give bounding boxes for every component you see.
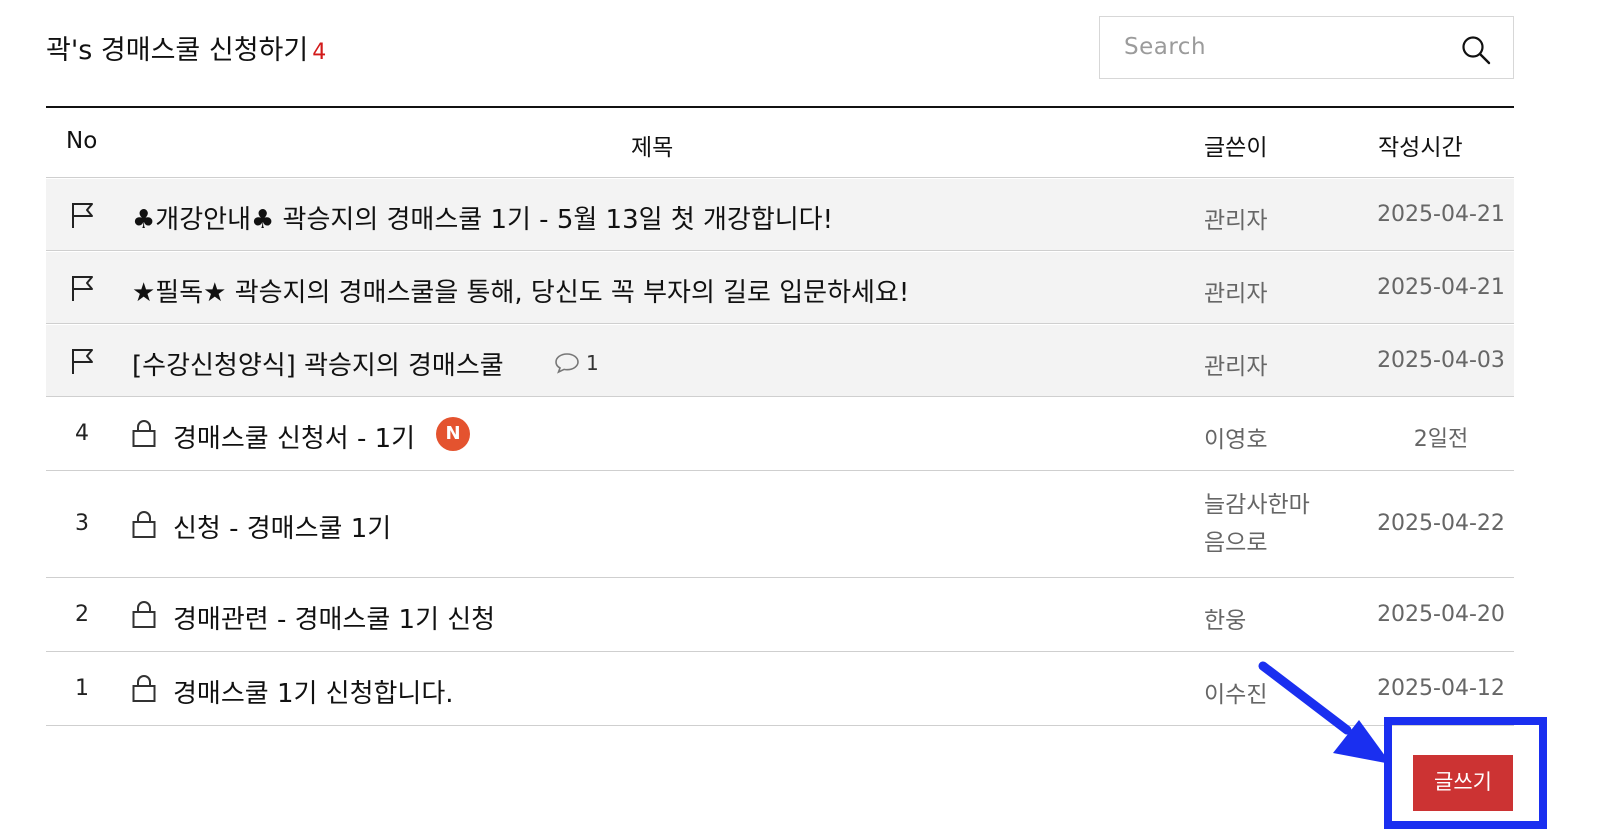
search-icon[interactable] bbox=[1461, 35, 1491, 65]
post-date: 2025-04-20 bbox=[1377, 602, 1505, 627]
post-author: 늘감사한마음으로 bbox=[1204, 492, 1310, 556]
column-no: No bbox=[66, 128, 98, 154]
page-title: 곽's 경매스쿨 신청하기 4 bbox=[46, 28, 326, 67]
comment-count-value: 1 bbox=[586, 351, 599, 375]
post-date: 2025-04-03 bbox=[1377, 348, 1505, 373]
post-author: 관리자 bbox=[1204, 208, 1268, 234]
annotation-arrow-icon bbox=[1258, 661, 1391, 764]
post-date: 2025-04-22 bbox=[1377, 511, 1505, 536]
flag-icon bbox=[72, 276, 93, 301]
lock-icon bbox=[132, 675, 156, 702]
post-title[interactable]: 신청 - 경매스쿨 1기 bbox=[173, 508, 391, 545]
post-number: 1 bbox=[75, 676, 89, 701]
post-date: 2일전 bbox=[1413, 427, 1469, 452]
search-placeholder: Search bbox=[1124, 34, 1207, 60]
lock-icon bbox=[132, 420, 156, 447]
post-date: 2025-04-21 bbox=[1377, 202, 1505, 227]
post-date: 2025-04-21 bbox=[1377, 275, 1505, 300]
column-date: 작성시간 bbox=[1378, 135, 1463, 161]
post-title[interactable]: 경매스쿨 1기 신청합니다. bbox=[173, 673, 454, 710]
post-number: 3 bbox=[75, 511, 89, 536]
column-author: 글쓴이 bbox=[1204, 135, 1268, 161]
table-header: No 제목 글쓴이 작성시간 bbox=[46, 108, 1514, 178]
post-title[interactable]: 경매관련 - 경매스쿨 1기 신청 bbox=[173, 599, 495, 636]
post-title[interactable]: 경매스쿨 신청서 - 1기 bbox=[173, 418, 415, 455]
notice-title[interactable]: ♣개강안내♣ 곽승지의 경매스쿨 1기 - 5월 13일 첫 개강합니다! bbox=[132, 199, 833, 236]
post-author: 관리자 bbox=[1204, 281, 1268, 307]
notice-title[interactable]: ★필독★ 곽승지의 경매스쿨을 통해, 당신도 꼭 부자의 길로 입문하세요! bbox=[132, 272, 909, 309]
lock-icon bbox=[132, 601, 156, 628]
notice-row[interactable]: ★필독★ 곽승지의 경매스쿨을 통해, 당신도 꼭 부자의 길로 입문하세요! … bbox=[46, 252, 1514, 324]
post-count: 4 bbox=[312, 40, 327, 65]
notice-row[interactable]: [수강신청양식] 곽승지의 경매스쿨 1 관리자 2025-04-03 bbox=[46, 325, 1514, 397]
flag-icon bbox=[72, 203, 93, 228]
search-input[interactable]: Search bbox=[1099, 16, 1514, 79]
post-number: 2 bbox=[75, 602, 89, 627]
table-row[interactable]: 4 경매스쿨 신청서 - 1기 N 이영호 2일전 bbox=[46, 398, 1514, 471]
post-number: 4 bbox=[75, 421, 89, 446]
column-title: 제목 bbox=[631, 135, 674, 161]
flag-icon bbox=[72, 349, 93, 374]
comment-icon bbox=[555, 353, 579, 374]
table-row[interactable]: 3 신청 - 경매스쿨 1기 늘감사한마음으로 2025-04-22 bbox=[46, 472, 1514, 578]
comment-count[interactable]: 1 bbox=[554, 351, 599, 375]
notice-title[interactable]: [수강신청양식] 곽승지의 경매스쿨 bbox=[132, 345, 504, 382]
new-badge: N bbox=[436, 417, 470, 451]
post-author: 관리자 bbox=[1204, 354, 1268, 380]
table-row[interactable]: 2 경매관련 - 경매스쿨 1기 신청 한웅 2025-04-20 bbox=[46, 579, 1514, 652]
annotation-highlight-box bbox=[1384, 717, 1547, 829]
post-author: 이영호 bbox=[1204, 427, 1268, 453]
lock-icon bbox=[132, 511, 156, 538]
board-title-text: 곽's 경매스쿨 신청하기 bbox=[46, 35, 309, 66]
notice-row[interactable]: ♣개강안내♣ 곽승지의 경매스쿨 1기 - 5월 13일 첫 개강합니다! 관리… bbox=[46, 179, 1514, 251]
post-author: 한웅 bbox=[1204, 608, 1247, 634]
